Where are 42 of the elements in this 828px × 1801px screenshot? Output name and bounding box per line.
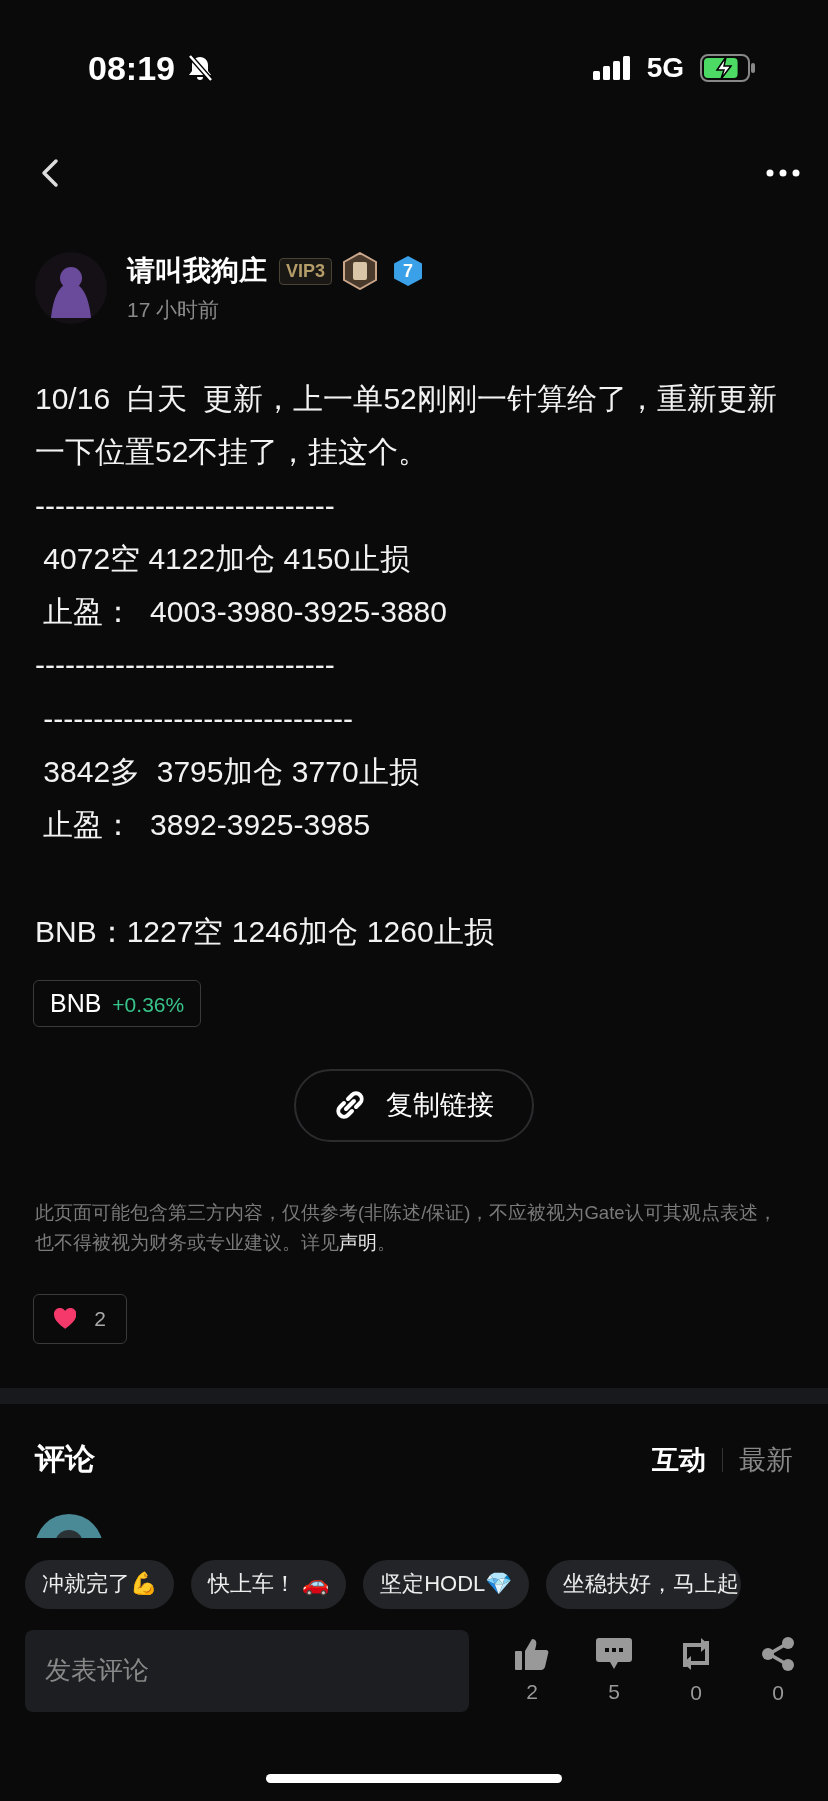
comments-title: 评论 bbox=[35, 1441, 95, 1478]
battery-icon bbox=[700, 54, 756, 82]
sort-tab[interactable]: 最新 bbox=[739, 1441, 793, 1478]
level-badge: 7 bbox=[394, 256, 423, 286]
vip-badge: VIP3 bbox=[279, 257, 333, 285]
post-text: 止盈： 4003-3980-3925-3880 bbox=[42, 594, 448, 631]
action-count: 0 bbox=[772, 1680, 784, 1705]
post-text: 10/16 白天 更新，上一单52刚刚一针算给了，重新更新一下位置52不挂了，挂这个。 bbox=[35, 381, 778, 471]
back-icon[interactable] bbox=[40, 158, 60, 188]
author-name[interactable]: 请叫我狗庄 bbox=[127, 252, 267, 290]
action-count: 2 bbox=[526, 1679, 538, 1704]
link-icon bbox=[334, 1089, 366, 1122]
statement-link[interactable]: 声明 bbox=[339, 1231, 377, 1253]
action-count: 5 bbox=[608, 1679, 620, 1704]
network-label: 5G bbox=[646, 52, 684, 84]
post-text: ------------------------------- bbox=[42, 700, 355, 737]
quick-reply-chip[interactable]: 坐稳扶好，马上起 bbox=[546, 1559, 742, 1609]
post-text: BNB：1227空 1246加仓 1260止损 bbox=[35, 913, 495, 950]
post-text: 止盈： 3892-3925-3985 bbox=[42, 807, 372, 844]
copy-link-button[interactable]: 复制链接 bbox=[294, 1068, 534, 1142]
quick-reply-chip[interactable]: 冲就完了💪 bbox=[25, 1559, 174, 1609]
action-count: 0 bbox=[690, 1680, 702, 1705]
quick-reply-chip[interactable]: 坚定HODL💎 bbox=[363, 1559, 530, 1609]
post-text: ------------------------------ bbox=[35, 487, 336, 524]
avatar-icon[interactable] bbox=[35, 252, 107, 324]
comment-icon[interactable] bbox=[596, 1637, 632, 1670]
like-button[interactable]: 2 bbox=[33, 1293, 127, 1344]
scroll-badge-icon bbox=[342, 252, 379, 290]
post-time: 17 小时前 bbox=[127, 297, 221, 323]
quick-reply-chip[interactable]: 快上车！ 🚗 bbox=[191, 1559, 347, 1609]
sort-tab[interactable]: 互动 bbox=[652, 1441, 706, 1478]
comment-field[interactable]: 发表评论 bbox=[25, 1629, 469, 1712]
more-icon[interactable] bbox=[766, 169, 800, 177]
thumbs-up-icon[interactable] bbox=[515, 1637, 549, 1670]
ticker-chip[interactable]: BNB +0.36% bbox=[33, 979, 202, 1027]
disclaimer-text: 此页面可能包含第三方内容，仅供参考(非陈述/保证)，不应被视为Gate认可其观点表述，也不得被视为财务或专业建议。详见声明。 bbox=[35, 1200, 778, 1255]
post-text: 3842多 3795加仓 3770止损 bbox=[42, 754, 420, 791]
share-icon[interactable] bbox=[761, 1636, 795, 1671]
post-text: 4072空 4122加仓 4150止损 bbox=[42, 540, 412, 577]
clock-time: 08:19 bbox=[88, 48, 175, 88]
signal-icon bbox=[592, 56, 631, 80]
post-text: ------------------------------ bbox=[35, 647, 336, 684]
